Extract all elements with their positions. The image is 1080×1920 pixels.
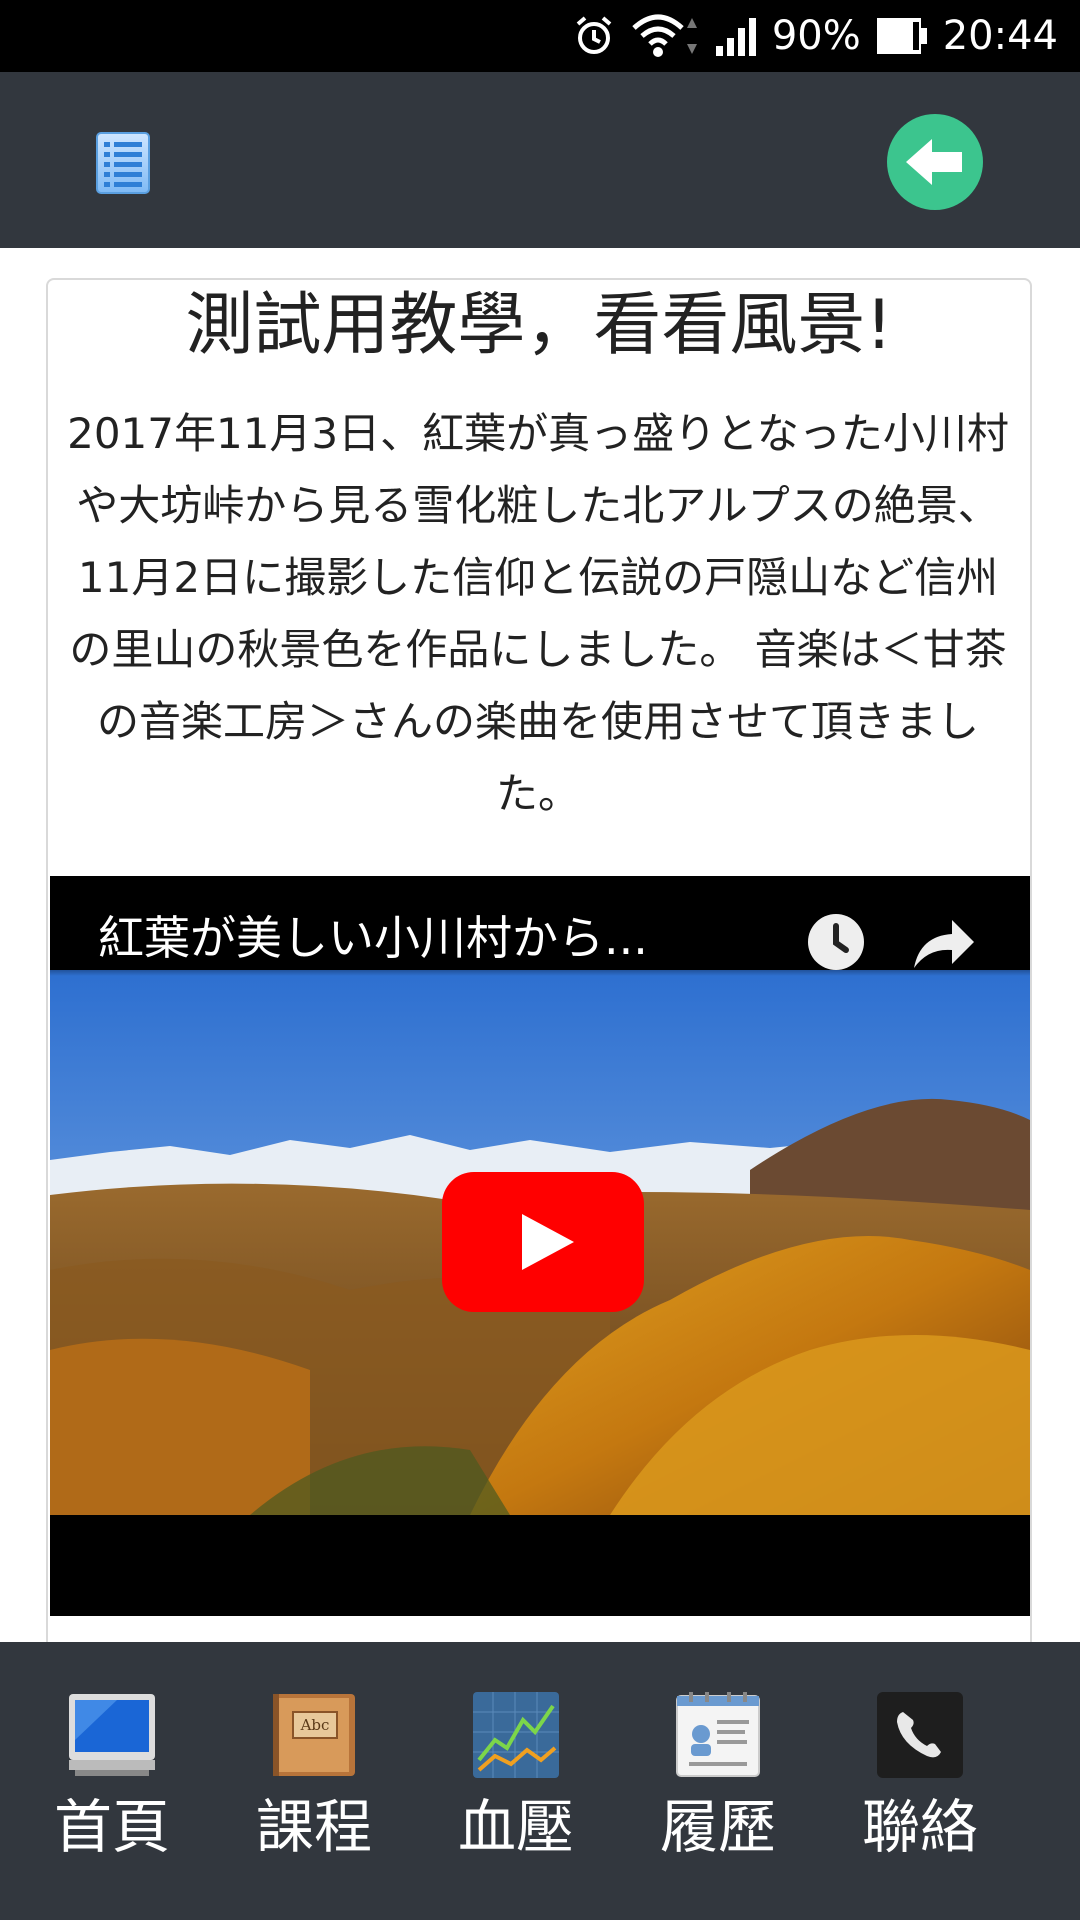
- article-title: 測試用教學，看看風景!: [185, 286, 893, 365]
- video-title[interactable]: 紅葉が美しい小川村から...: [98, 902, 648, 968]
- nav-label-home: 首頁: [53, 1793, 170, 1861]
- nav-label-contact: 聯絡: [861, 1793, 978, 1861]
- alarm-icon: [576, 16, 612, 54]
- watch-later-icon[interactable]: [806, 912, 866, 972]
- youtube-play-icon[interactable]: [442, 1172, 644, 1312]
- nav-resume[interactable]: 履歷: [618, 1690, 818, 1890]
- list-icon[interactable]: [96, 132, 150, 194]
- battery-percent: 90%: [771, 13, 861, 59]
- wifi-icon: [632, 14, 697, 57]
- phone-icon: [877, 1692, 963, 1778]
- video-top-bar: 紅葉が美しい小川村から...: [50, 876, 1030, 976]
- status-icons: 90% 20:44: [572, 0, 1058, 72]
- nav-label-courses: 課程: [255, 1793, 372, 1861]
- youtube-video-embed[interactable]: 紅葉が美しい小川村から...: [50, 876, 1030, 1616]
- chart-icon: [473, 1692, 559, 1778]
- nav-blood-pressure[interactable]: 血壓: [416, 1690, 616, 1890]
- nav-label-resume: 履歷: [659, 1793, 776, 1861]
- svg-text:Abc: Abc: [300, 1716, 330, 1734]
- app-header: [0, 72, 1080, 248]
- status-bar: 90% 20:44: [0, 0, 1080, 72]
- nav-courses[interactable]: Abc 課程: [214, 1690, 414, 1890]
- back-arrow-icon: [887, 114, 983, 210]
- battery-icon: [876, 18, 927, 54]
- article-card: 測試用教學，看看風景! 2017年11月3日、紅葉が真っ盛りとなった小川村や大坊…: [46, 278, 1032, 1678]
- signal-icon: [715, 18, 756, 56]
- back-button[interactable]: [886, 113, 984, 211]
- nav-home[interactable]: 首頁: [12, 1690, 212, 1890]
- monitor-icon: [69, 1694, 155, 1776]
- share-icon[interactable]: [912, 912, 976, 972]
- article-description: 2017年11月3日、紅葉が真っ盛りとなった小川村や大坊峠から見る雪化粧した北ア…: [67, 409, 1009, 818]
- status-time: 20:44: [942, 13, 1058, 59]
- nav-label-blood-pressure: 血壓: [457, 1793, 574, 1861]
- nav-contact[interactable]: 聯絡: [820, 1690, 1020, 1890]
- book-icon: Abc: [273, 1694, 355, 1776]
- contact-card-icon: [676, 1692, 760, 1777]
- bottom-nav: 首頁 Abc 課程 血壓 履歷 聯絡: [0, 1642, 1080, 1920]
